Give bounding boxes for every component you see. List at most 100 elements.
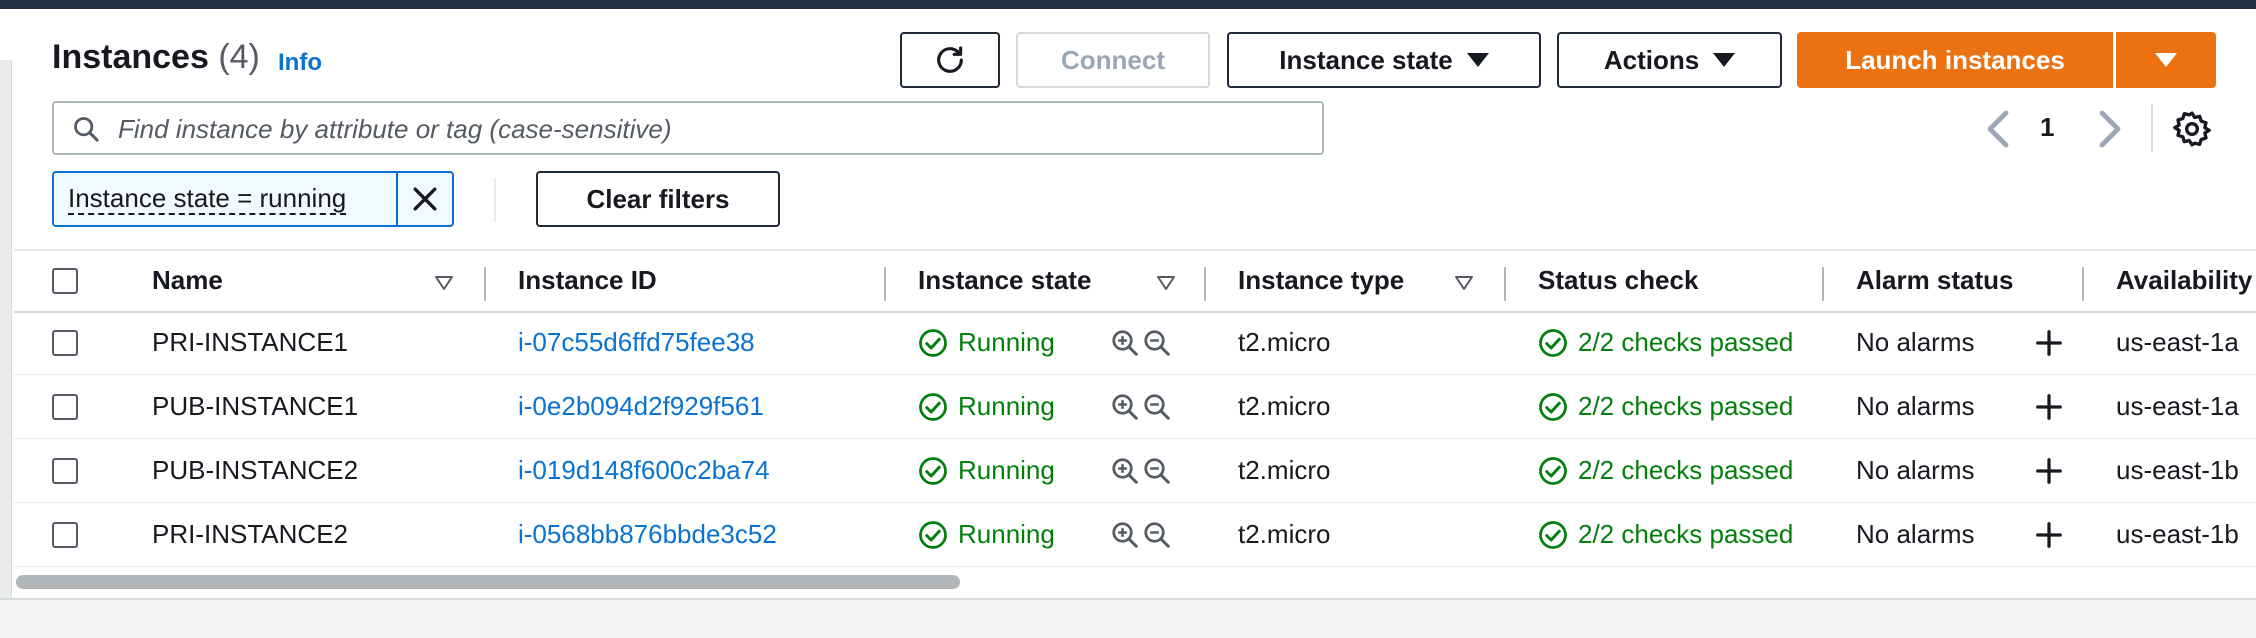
page-title-text: Instances <box>52 38 209 76</box>
row-checkbox[interactable] <box>52 394 78 420</box>
check-circle-icon <box>919 457 947 485</box>
zoom-in-icon[interactable] <box>1110 392 1140 422</box>
zoom-in-icon[interactable] <box>1110 520 1140 550</box>
refresh-icon <box>937 46 963 73</box>
previous-page-icon[interactable] <box>1982 109 2014 149</box>
instance-name: PRI-INSTANCE2 <box>152 519 348 549</box>
column-header-instance-state[interactable]: Instance state <box>918 265 1091 296</box>
table-row[interactable]: PUB-INSTANCE1 i-0e2b094d2f929f561 Runnin… <box>14 375 2256 439</box>
column-header-name[interactable]: Name <box>152 265 223 296</box>
zoom-out-icon[interactable] <box>1142 392 1172 422</box>
column-header-instance-id[interactable]: Instance ID <box>518 265 657 296</box>
actions-label: Actions <box>1603 44 1700 75</box>
check-circle-icon <box>1539 329 1567 357</box>
plus-icon[interactable] <box>2034 328 2064 358</box>
status-check-text[interactable]: 2/2 checks passed <box>1578 391 1840 422</box>
column-resizer[interactable] <box>884 267 886 301</box>
zoom-out-icon[interactable] <box>1142 456 1172 486</box>
column-header-availability-zone[interactable]: Availability <box>2116 265 2252 296</box>
instance-type: t2.micro <box>1238 519 1331 549</box>
alarm-status: No alarms <box>1856 519 1975 549</box>
column-header-status-check[interactable]: Status check <box>1538 265 1698 296</box>
table-row[interactable]: PRI-INSTANCE1 i-07c55d6ffd75fee38 Runnin… <box>14 311 2256 375</box>
sort-icon[interactable] <box>1156 275 1176 291</box>
filter-token[interactable]: Instance state = running <box>52 171 454 227</box>
clear-filters-button[interactable]: Clear filters <box>536 171 780 227</box>
instance-name: PRI-INSTANCE1 <box>152 327 348 357</box>
search-box[interactable] <box>52 101 1324 155</box>
instance-name: PUB-INSTANCE1 <box>152 391 359 421</box>
close-icon <box>413 187 437 211</box>
row-checkbox[interactable] <box>52 458 78 484</box>
check-circle-icon <box>1539 521 1567 549</box>
select-all-checkbox[interactable] <box>52 268 78 294</box>
table-row[interactable]: PUB-INSTANCE2 i-019d148f600c2ba74 Runnin… <box>14 439 2256 503</box>
instance-id-link[interactable]: i-07c55d6ffd75fee38 <box>518 327 755 358</box>
alarm-status: No alarms <box>1856 455 1975 485</box>
search-icon <box>74 117 99 142</box>
launch-options-dropdown[interactable] <box>2116 32 2216 88</box>
refresh-button[interactable] <box>900 32 1000 88</box>
availability-zone: us-east-1a <box>2116 391 2239 421</box>
column-resizer[interactable] <box>1504 267 1506 301</box>
side-panel-edge[interactable] <box>0 60 12 638</box>
filter-token-label[interactable]: Instance state = running <box>54 173 396 225</box>
connect-label: Connect <box>1061 44 1165 75</box>
caret-down-icon <box>1713 53 1736 67</box>
instance-id-link[interactable]: i-019d148f600c2ba74 <box>518 455 770 486</box>
zoom-out-icon[interactable] <box>1142 520 1172 550</box>
plus-icon[interactable] <box>2034 520 2064 550</box>
instance-type: t2.micro <box>1238 455 1331 485</box>
divider <box>2151 104 2153 152</box>
plus-icon[interactable] <box>2034 456 2064 486</box>
check-circle-icon <box>919 521 947 549</box>
availability-zone: us-east-1b <box>2116 519 2239 549</box>
search-input[interactable] <box>118 111 1308 147</box>
table-header: Name Instance ID Instance state Instance… <box>14 249 2256 313</box>
status-check-text[interactable]: 2/2 checks passed <box>1578 455 1840 486</box>
check-circle-icon <box>1539 457 1567 485</box>
zoom-out-icon[interactable] <box>1142 328 1172 358</box>
column-resizer[interactable] <box>2082 267 2084 301</box>
plus-icon[interactable] <box>2034 392 2064 422</box>
connect-button[interactable]: Connect <box>1016 32 1210 88</box>
sort-icon[interactable] <box>1454 275 1474 291</box>
caret-down-icon <box>2155 53 2177 67</box>
actions-dropdown[interactable]: Actions <box>1557 32 1782 88</box>
check-circle-icon <box>1539 393 1567 421</box>
launch-instances-label: Launch instances <box>1845 44 2065 75</box>
status-check-text[interactable]: 2/2 checks passed <box>1578 327 1840 358</box>
info-link[interactable]: Info <box>278 49 322 77</box>
gear-icon[interactable] <box>2172 109 2212 149</box>
table-row[interactable]: PRI-INSTANCE2 i-0568bb876bbde3c52 Runnin… <box>14 503 2256 567</box>
next-page-icon[interactable] <box>2094 109 2126 149</box>
instance-id-link[interactable]: i-0e2b094d2f929f561 <box>518 391 764 422</box>
instance-name: PUB-INSTANCE2 <box>152 455 359 485</box>
check-circle-icon <box>919 329 947 357</box>
remove-filter-button[interactable] <box>396 173 452 225</box>
current-page[interactable]: 1 <box>2040 112 2054 143</box>
page-title: Instances (4) <box>52 38 260 77</box>
zoom-in-icon[interactable] <box>1110 328 1140 358</box>
column-header-instance-type[interactable]: Instance type <box>1238 265 1404 296</box>
column-header-alarm-status[interactable]: Alarm status <box>1856 265 2014 296</box>
sort-icon[interactable] <box>434 275 454 291</box>
instance-id-link[interactable]: i-0568bb876bbde3c52 <box>518 519 777 550</box>
clear-filters-label: Clear filters <box>586 183 730 214</box>
row-checkbox[interactable] <box>52 522 78 548</box>
horizontal-scrollbar[interactable] <box>16 575 960 589</box>
split-panel-divider[interactable] <box>0 598 2256 638</box>
availability-zone: us-east-1a <box>2116 327 2239 357</box>
availability-zone: us-east-1b <box>2116 455 2239 485</box>
status-check-text[interactable]: 2/2 checks passed <box>1578 519 1840 550</box>
zoom-in-icon[interactable] <box>1110 456 1140 486</box>
row-checkbox[interactable] <box>52 330 78 356</box>
column-resizer[interactable] <box>1822 267 1824 301</box>
filter-token-text: Instance state = running <box>68 183 347 215</box>
column-resizer[interactable] <box>1204 267 1206 301</box>
column-resizer[interactable] <box>484 267 486 301</box>
instance-state-text: Running <box>958 455 1055 485</box>
launch-instances-button[interactable]: Launch instances <box>1797 32 2113 88</box>
instance-state-dropdown[interactable]: Instance state <box>1227 32 1541 88</box>
instance-type: t2.micro <box>1238 327 1331 357</box>
